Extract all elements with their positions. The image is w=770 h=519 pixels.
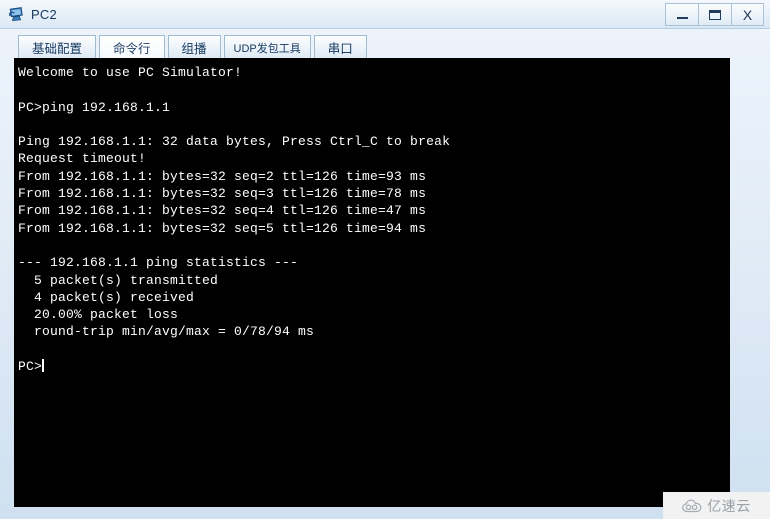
- tab-multicast[interactable]: 组播: [167, 35, 221, 59]
- window-controls: X: [665, 3, 764, 26]
- terminal-console[interactable]: Welcome to use PC Simulator! PC>ping 192…: [14, 58, 730, 507]
- tab-basic-config[interactable]: 基础配置: [18, 35, 97, 59]
- tab-udp-tool[interactable]: UDP发包工具: [223, 35, 311, 59]
- tab-command-line[interactable]: 命令行: [99, 35, 165, 59]
- pc-simulator-window: PC2 X 基础配置 命令行 组播 UDP发包工具 串口 Welcome to …: [0, 0, 770, 519]
- tab-strip: 基础配置 命令行 组播 UDP发包工具 串口: [0, 29, 770, 59]
- maximize-button[interactable]: [698, 3, 731, 26]
- terminal-output: Welcome to use PC Simulator! PC>ping 192…: [15, 59, 729, 375]
- maximize-icon: [709, 9, 721, 20]
- text-cursor: [42, 359, 45, 373]
- minimize-icon: [676, 17, 688, 19]
- cloud-icon: [682, 499, 702, 512]
- watermark-label: 亿速云: [707, 497, 751, 514]
- title-bar-left: PC2: [8, 0, 57, 29]
- terminal-text-content: Welcome to use PC Simulator! PC>ping 192…: [18, 65, 451, 375]
- minimize-button[interactable]: [665, 3, 698, 26]
- watermark: 亿速云: [663, 492, 770, 519]
- tab-serial-port[interactable]: 串口: [313, 35, 367, 59]
- window-title: PC2: [31, 7, 57, 22]
- close-button[interactable]: X: [731, 3, 764, 26]
- pc-monitor-icon: [8, 7, 23, 21]
- close-icon: X: [742, 6, 753, 23]
- title-bar: PC2 X: [0, 0, 770, 29]
